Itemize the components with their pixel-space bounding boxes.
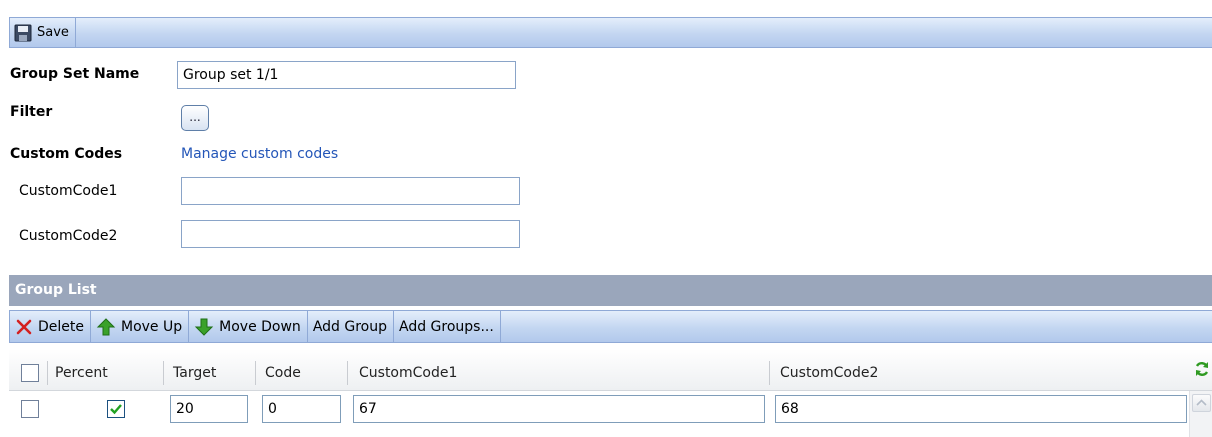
move-down-button[interactable]: Move Down <box>189 311 308 342</box>
refresh-icon[interactable] <box>1194 361 1210 381</box>
custom-code2-label: CustomCode2 <box>19 228 118 244</box>
column-header-percent[interactable]: Percent <box>55 349 108 391</box>
group-list-header: Group List <box>9 275 1212 306</box>
custom-codes-label: Custom Codes <box>10 146 123 162</box>
manage-custom-codes-link[interactable]: Manage custom codes <box>181 146 338 162</box>
save-button[interactable]: Save <box>10 18 76 47</box>
save-label: Save <box>37 25 69 40</box>
select-all-checkbox[interactable] <box>21 364 39 382</box>
code-input[interactable]: 0 <box>262 395 341 423</box>
delete-icon <box>15 318 33 336</box>
move-up-label: Move Up <box>121 318 183 335</box>
add-groups-button[interactable]: Add Groups... <box>394 311 501 342</box>
delete-label: Delete <box>38 318 84 335</box>
add-group-button[interactable]: Add Group <box>308 311 394 342</box>
save-icon <box>14 24 32 42</box>
column-separator <box>163 361 164 385</box>
vertical-scrollbar[interactable] <box>1189 391 1212 437</box>
column-header-target[interactable]: Target <box>173 349 216 391</box>
column-header-customcode2[interactable]: CustomCode2 <box>780 349 878 391</box>
column-separator <box>47 361 48 385</box>
check-icon <box>110 404 122 415</box>
add-group-label: Add Group <box>312 318 387 335</box>
target-input[interactable]: 20 <box>170 395 248 423</box>
column-header-code[interactable]: Code <box>265 349 301 391</box>
group-set-name-label: Group Set Name <box>10 66 140 82</box>
customcode2-input[interactable]: 68 <box>775 395 1187 423</box>
delete-button[interactable]: Delete <box>10 311 91 342</box>
move-down-label: Move Down <box>219 318 301 335</box>
column-header-customcode1[interactable]: CustomCode1 <box>359 349 457 391</box>
grid-header: Percent Target Code CustomCode1 CustomCo… <box>9 349 1212 391</box>
customcode1-input[interactable]: 67 <box>353 395 765 423</box>
move-up-icon <box>96 317 116 337</box>
main-toolbar: Save <box>9 17 1212 48</box>
column-separator <box>255 361 256 385</box>
filter-label: Filter <box>10 104 53 120</box>
scroll-up-button[interactable] <box>1192 394 1211 412</box>
move-up-button[interactable]: Move Up <box>91 311 190 342</box>
column-separator <box>347 361 348 385</box>
filter-button[interactable]: ... <box>181 105 209 131</box>
row-select-checkbox[interactable] <box>21 400 39 418</box>
custom-code2-input[interactable] <box>181 220 520 248</box>
custom-code1-label: CustomCode1 <box>19 183 118 199</box>
add-groups-label: Add Groups... <box>399 318 494 335</box>
custom-code1-input[interactable] <box>181 177 520 205</box>
group-set-name-input[interactable]: Group set 1/1 <box>177 61 516 89</box>
table-row: 20 0 67 68 <box>9 391 1189 437</box>
group-list-toolbar: Delete Move Up Move Down Add Group Add G… <box>9 310 1212 343</box>
column-separator <box>769 361 770 385</box>
move-down-icon <box>194 317 214 337</box>
chevron-up-icon <box>1196 399 1207 406</box>
percent-checkbox[interactable] <box>107 400 125 418</box>
